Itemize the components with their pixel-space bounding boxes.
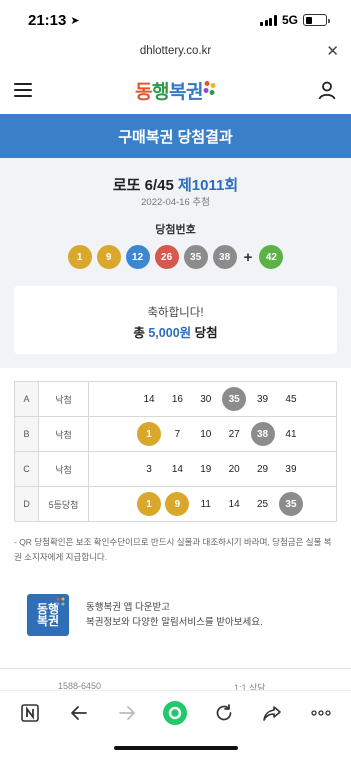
ticket-row: D 5등당첨 1 9 11 14 25 35 <box>14 486 337 522</box>
winning-number-ball: 1 <box>67 245 92 269</box>
draw-result-section: 로또 6/45 제1011회 2022-04-16 추첨 당첨번호 1 9 12 26… <box>0 158 351 368</box>
prize-summary: 총 5,000원 당첨 <box>133 326 218 340</box>
ticket-rank: 낙첨 <box>38 451 89 487</box>
forward-icon[interactable] <box>114 700 140 726</box>
ticket-number: 14 <box>228 498 240 510</box>
status-bar: 21:13 ➤ 5G <box>0 0 351 40</box>
matched-number-ball: 35 <box>278 492 303 516</box>
congrats-text: 축하합니다! <box>147 307 204 319</box>
ticket-game-label: D <box>14 486 39 522</box>
prize-amount: 5,000원 <box>148 326 192 340</box>
matched-number-ball: 9 <box>165 492 190 516</box>
ticket-number: 27 <box>228 428 240 440</box>
ticket-rank: 낙첨 <box>38 416 89 452</box>
logo-text: 동행복권 <box>135 81 203 103</box>
ticket-number: 7 <box>174 428 181 440</box>
site-header: 동행복권 <box>0 66 351 114</box>
status-time: 21:13 <box>28 11 67 29</box>
ticket-number: 29 <box>257 463 269 475</box>
page-title-banner: 구매복권 당첨결과 <box>0 114 351 158</box>
ticket-number: 39 <box>257 393 269 405</box>
round-number: 제1011회 <box>177 177 239 194</box>
ticket-game-label: C <box>14 451 39 487</box>
logo-dots-icon <box>203 81 216 99</box>
ticket-rank: 낙첨 <box>38 381 89 417</box>
ticket-number: 14 <box>171 463 183 475</box>
matched-number-ball: 1 <box>137 492 161 516</box>
bonus-plus: + <box>243 248 253 266</box>
round-title: 로또 6/45 제1011회 <box>0 174 351 195</box>
ticket-number: 11 <box>200 498 211 510</box>
network-label: 5G <box>281 13 298 27</box>
app-logo-dots-icon <box>56 597 65 606</box>
ticket-number: 14 <box>143 393 155 405</box>
ticket-rank: 5등당첨 <box>38 486 89 522</box>
ticket-game-label: B <box>14 416 39 452</box>
reload-icon[interactable] <box>211 700 237 726</box>
ticket-numbers: 3 14 19 20 29 39 <box>137 457 303 481</box>
battery-icon <box>303 14 330 26</box>
more-icon[interactable] <box>308 700 334 726</box>
site-logo[interactable]: 동행복권 <box>135 77 216 104</box>
user-icon[interactable] <box>317 80 337 100</box>
winning-numbers: 1 9 12 26 35 38 +42 <box>0 245 351 269</box>
matched-number-ball: 38 <box>250 422 275 446</box>
url-text: dhlottery.co.kr <box>139 45 212 57</box>
winning-number-ball: 9 <box>96 245 121 269</box>
draw-date: 2022-04-16 추첨 <box>141 197 210 208</box>
status-indicators: 5G <box>260 13 330 27</box>
ticket-number: 30 <box>200 393 212 405</box>
close-icon[interactable]: ✕ <box>326 42 339 60</box>
divider <box>0 668 351 669</box>
ticket-number: 3 <box>146 463 152 475</box>
ticket-row: C 낙첨 3 14 19 20 29 39 <box>14 451 337 487</box>
naver-icon[interactable] <box>17 700 43 726</box>
navigation-arrow-icon: ➤ <box>70 14 80 27</box>
home-icon[interactable] <box>162 700 188 726</box>
ticket-number: 20 <box>228 463 240 475</box>
browser-toolbar <box>0 690 351 735</box>
ticket-row: B 낙첨 1 7 10 27 38 41 <box>14 416 337 452</box>
ticket-numbers: 1 9 11 14 25 35 <box>137 492 303 516</box>
signal-icon <box>260 14 277 26</box>
app-promo[interactable]: 동행 복권 동행복권 앱 다운받고 복권정보와 다양한 알림서비스를 받아보세요… <box>27 593 327 637</box>
winning-numbers-label: 당첨번호 <box>155 224 196 236</box>
url-bar[interactable]: dhlottery.co.kr ✕ <box>0 40 351 62</box>
home-indicator <box>113 746 238 750</box>
game-name: 로또 6/45 <box>112 177 174 194</box>
result-box: 축하합니다! 총 5,000원 당첨 <box>14 286 337 354</box>
app-promo-text: 동행복권 앱 다운받고 복권정보와 다양한 알림서비스를 받아보세요. <box>86 602 263 628</box>
hamburger-icon[interactable] <box>14 83 32 97</box>
back-icon[interactable] <box>66 700 92 726</box>
ticket-number: 19 <box>200 463 212 475</box>
winning-number-ball: 35 <box>183 245 208 269</box>
ticket-row: A 낙첨 14 16 30 35 39 45 <box>14 381 337 417</box>
share-icon[interactable] <box>259 700 285 726</box>
ticket-table: A 낙첨 14 16 30 35 39 45 B 낙첨 1 7 10 27 38 41 C 낙첨 3 14 19 20 29… <box>14 381 337 522</box>
winning-number-ball: 26 <box>154 245 179 269</box>
winning-number-ball: 38 <box>212 245 237 269</box>
ticket-number: 25 <box>257 498 269 510</box>
ticket-number: 39 <box>285 463 297 475</box>
ticket-numbers: 14 16 30 35 39 45 <box>137 387 303 411</box>
matched-number-ball: 35 <box>222 387 247 411</box>
ticket-number: 10 <box>200 428 212 440</box>
ticket-game-label: A <box>14 381 39 417</box>
ticket-numbers: 1 7 10 27 38 41 <box>137 422 303 446</box>
matched-number-ball: 1 <box>137 422 161 446</box>
ticket-number: 41 <box>285 428 297 440</box>
winning-number-ball: 12 <box>125 245 150 269</box>
notice-text: - QR 당첨확인은 보조 확인수단이므로 반드시 실물과 대조하시기 바라며,… <box>14 537 332 562</box>
page-title: 구매복권 당첨결과 <box>118 128 233 146</box>
bonus-number-ball: 42 <box>259 245 284 269</box>
app-logo-icon: 동행 복권 <box>27 594 69 636</box>
ticket-number: 45 <box>285 393 297 405</box>
ticket-number: 16 <box>171 393 183 405</box>
